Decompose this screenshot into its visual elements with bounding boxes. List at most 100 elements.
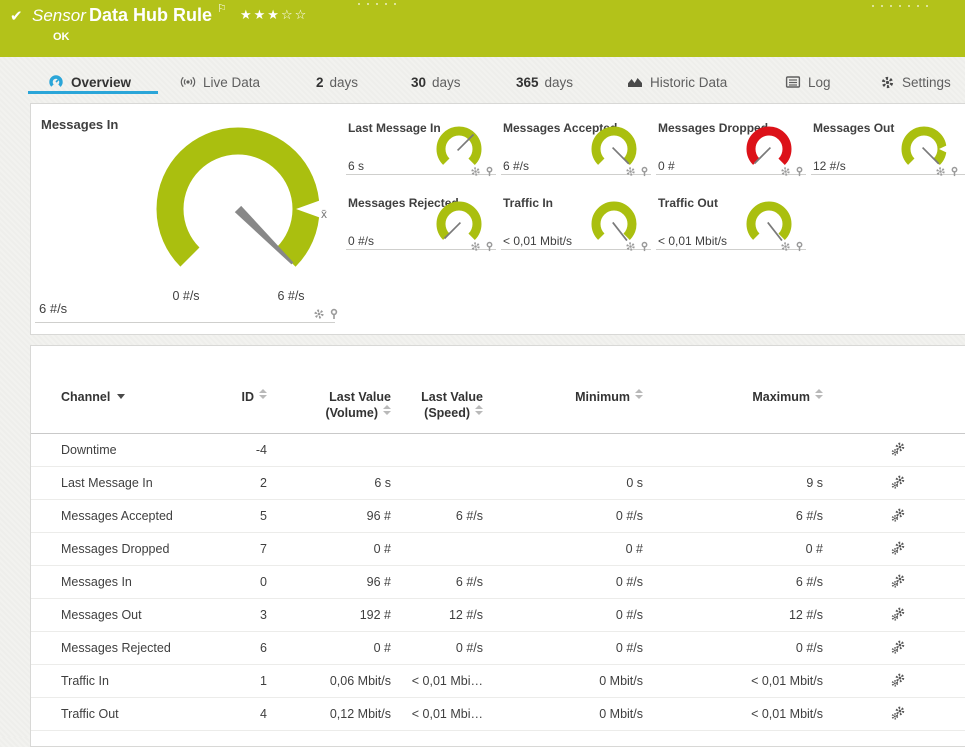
col-header-last-value-speed[interactable]: Last Value (Speed) [391, 346, 483, 434]
table-row[interactable]: Downtime -4 [31, 433, 965, 467]
gauge-value: 12 #/s [813, 159, 846, 173]
col-header-channel[interactable]: Channel [31, 346, 227, 434]
channel-id: 5 [227, 499, 267, 533]
table-row[interactable]: Last Message In 2 6 s 0 s 9 s [31, 466, 965, 500]
tab-number: 2 [316, 74, 324, 90]
pin-icon[interactable] [484, 241, 495, 252]
priority-stars[interactable]: ★★★☆☆ [240, 7, 308, 23]
sort-arrows-icon [383, 405, 391, 415]
col-label: (Speed) [424, 406, 470, 420]
gear-icon[interactable] [470, 241, 481, 252]
gear-icon[interactable] [935, 166, 946, 177]
gear-icon[interactable] [780, 166, 791, 177]
gear-icon[interactable] [625, 166, 636, 177]
gear-icon[interactable] [625, 241, 636, 252]
channel-settings-icon[interactable] [891, 640, 905, 654]
col-header-last-value-volume[interactable]: Last Value (Volume) [267, 346, 391, 434]
channel-settings-icon[interactable] [891, 442, 905, 456]
gauge-value: < 0,01 Mbit/s [503, 234, 573, 248]
col-header-maximum[interactable]: Maximum [643, 346, 823, 434]
channel-settings-icon[interactable] [891, 508, 905, 522]
gauge-cell-messages-rejected: Messages Rejected 0 #/s [346, 187, 498, 257]
gear-icon[interactable] [470, 166, 481, 177]
tab-settings[interactable]: Settings [880, 71, 951, 93]
col-header-minimum[interactable]: Minimum [483, 346, 643, 434]
channel-id: -4 [227, 433, 267, 467]
tab-live-data[interactable]: Live Data [180, 71, 260, 93]
minimum-value: 0 Mbit/s [483, 664, 643, 698]
minimum-value: 0 # [483, 532, 643, 566]
pin-icon[interactable] [794, 166, 805, 177]
channel-settings-icon[interactable] [891, 541, 905, 555]
col-label: Channel [61, 390, 111, 404]
col-label: Minimum [575, 390, 630, 404]
table-row[interactable]: Traffic In 1 0,06 Mbit/s < 0,01 Mbi… 0 M… [31, 664, 965, 698]
gear-icon[interactable] [780, 241, 791, 252]
channel-settings-icon[interactable] [891, 673, 905, 687]
gauge-title: Traffic In [503, 196, 554, 210]
col-label: Maximum [752, 390, 810, 404]
last-value-speed: 0 #/s [391, 631, 483, 665]
pin-icon[interactable] [949, 166, 960, 177]
pin-icon[interactable] [484, 166, 495, 177]
table-row[interactable]: Traffic Out 4 0,12 Mbit/s < 0,01 Mbi… 0 … [31, 697, 965, 731]
drag-dots [358, 3, 403, 5]
log-list-icon [785, 74, 801, 90]
sensor-header: ✔ Sensor Data Hub Rule ⚐ ★★★☆☆ OK [0, 0, 965, 57]
last-value-speed: 6 #/s [391, 499, 483, 533]
tab-label: Settings [902, 74, 951, 90]
tab-historic-data[interactable]: Historic Data [627, 71, 727, 93]
tab-label: Overview [71, 74, 132, 90]
channel-id: 4 [227, 697, 267, 731]
table-row[interactable]: Messages In 0 96 # 6 #/s 0 #/s 6 #/s [31, 565, 965, 599]
minimum-value [483, 433, 643, 467]
gear-icon[interactable] [313, 308, 325, 320]
tab-365-days[interactable]: 365 days [516, 71, 573, 93]
sensor-status-badge: OK [53, 31, 70, 43]
tab-overview[interactable]: Overview [48, 71, 131, 93]
table-row[interactable]: Messages Accepted 5 96 # 6 #/s 0 #/s 6 #… [31, 499, 965, 533]
col-header-id[interactable]: ID [227, 346, 267, 434]
gauge-value: 0 # [658, 159, 675, 173]
last-value-volume [267, 433, 391, 467]
active-tab-underline [28, 91, 158, 94]
tab-label: Live Data [203, 74, 261, 90]
pin-icon[interactable] [794, 241, 805, 252]
channel-name: Messages Rejected [31, 631, 227, 665]
tab-label: Log [808, 74, 831, 90]
divider [35, 322, 335, 323]
maximum-value: 0 # [643, 532, 823, 566]
minimum-value: 0 #/s [483, 499, 643, 533]
tab-log[interactable]: Log [785, 71, 831, 93]
tab-number: 30 [411, 74, 427, 90]
gauge-title: Traffic Out [658, 196, 719, 210]
channel-settings-icon[interactable] [891, 706, 905, 720]
object-kind-label: Sensor [32, 6, 86, 25]
table-row[interactable]: Messages Dropped 7 0 # 0 # 0 # [31, 532, 965, 566]
last-value-volume: 0,06 Mbit/s [267, 664, 391, 698]
last-value-volume: 0 # [267, 532, 391, 566]
channel-settings-icon[interactable] [891, 574, 905, 588]
channel-id: 2 [227, 466, 267, 500]
tab-30-days[interactable]: 30 days [411, 71, 461, 93]
pin-icon[interactable] [328, 308, 340, 320]
average-marker-label: x̄ [321, 207, 327, 221]
gauge-title: Messages Out [813, 121, 895, 135]
channel-table: Channel ID Last Value (Volume) Last Valu… [31, 346, 965, 731]
channel-settings-icon[interactable] [891, 607, 905, 621]
pin-icon[interactable] [639, 166, 650, 177]
channel-table-panel: Channel ID Last Value (Volume) Last Valu… [30, 345, 965, 747]
pin-icon[interactable] [639, 241, 650, 252]
maximum-value: 0 #/s [643, 631, 823, 665]
col-label: Last Value [329, 390, 391, 404]
tab-2-days[interactable]: 2 days [316, 71, 358, 93]
sort-arrows-icon [635, 389, 643, 399]
priority-flag-icon[interactable]: ⚐ [217, 2, 227, 15]
maximum-value: 9 s [643, 466, 823, 500]
table-row[interactable]: Messages Rejected 6 0 # 0 #/s 0 #/s 0 #/… [31, 631, 965, 665]
gear-icon [880, 75, 895, 90]
channel-settings-icon[interactable] [891, 475, 905, 489]
table-row[interactable]: Messages Out 3 192 # 12 #/s 0 #/s 12 #/s [31, 598, 965, 632]
last-value-speed: 6 #/s [391, 565, 483, 599]
channel-id: 3 [227, 598, 267, 632]
